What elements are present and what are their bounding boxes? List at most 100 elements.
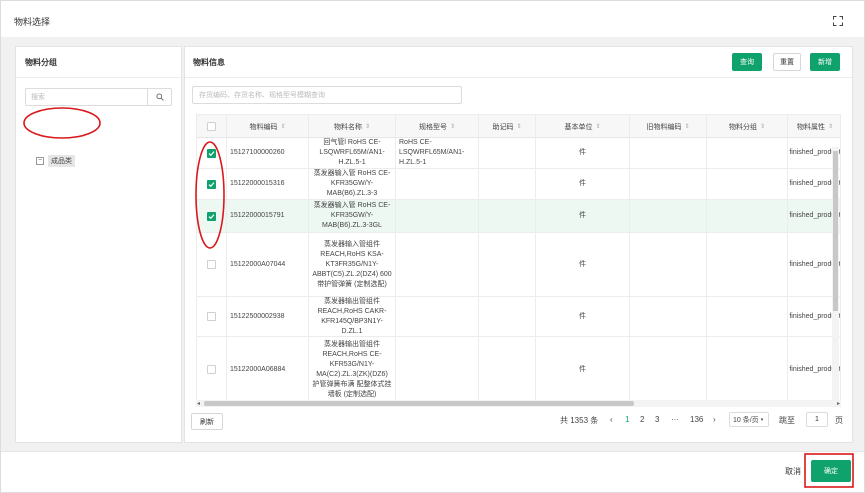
horizontal-scroll-thumb[interactable]: [204, 401, 634, 406]
row-checkbox[interactable]: [207, 179, 216, 189]
table-row[interactable]: 15127100000260 回气管l RoHS CE-LSQWRFL65M/AN…: [197, 138, 840, 169]
cell-text: 15122000A07044: [230, 260, 286, 268]
horizontal-scrollbar[interactable]: ◂ ▸: [196, 400, 841, 407]
sort-icon: ⇕: [280, 124, 286, 130]
fullscreen-icon[interactable]: [833, 16, 843, 26]
cell-mnemonic: [479, 200, 536, 232]
header-attr[interactable]: 物料属性 ⇕: [788, 115, 840, 138]
refresh-button[interactable]: 刷新: [191, 413, 223, 430]
cell-unit: 件: [536, 297, 630, 336]
material-select-dialog: 物料选择 物料分组 − 成品类 物料信息 查询 重置 新增: [0, 0, 865, 493]
cell-code: 15122000015791: [227, 200, 309, 232]
page-unit-label: 页: [835, 416, 843, 425]
page-1[interactable]: 1: [625, 415, 629, 424]
page-ellipsis[interactable]: ···: [671, 415, 679, 424]
cell-mnemonic: [479, 337, 536, 402]
header-mnemonic[interactable]: 助记码 ⇕: [479, 115, 536, 138]
cell-spec: RoHS CE-LSQWRFL65M/AN1-H.ZL.5-1: [396, 138, 479, 168]
cell-unit: 件: [536, 169, 630, 199]
query-button[interactable]: 查询: [732, 53, 762, 71]
check-icon: [208, 213, 215, 219]
scroll-right-icon[interactable]: ▸: [837, 400, 840, 407]
group-search-input[interactable]: [26, 89, 147, 105]
reset-button[interactable]: 重置: [773, 53, 801, 71]
cell-select[interactable]: [197, 337, 227, 402]
cell-select[interactable]: [197, 200, 227, 232]
material-group-title: 物料分组: [25, 58, 57, 67]
cell-text: 蒸发器输入管 RoHS CE-KFR35GW/Y-MAB(B6).ZL.3-3: [313, 170, 391, 197]
table-row[interactable]: 15122500002938 蒸发器输出管组件 REACH,RoHS CAKR-K…: [197, 297, 840, 337]
cell-text: 蒸发器输入管 RoHS CE-KFR35GW/Y-MAB(B6).ZL.3-3G…: [313, 202, 391, 229]
cell-group: [707, 337, 788, 402]
material-filter-input[interactable]: [193, 87, 461, 103]
cell-select[interactable]: [197, 233, 227, 296]
row-checkbox[interactable]: [207, 260, 216, 269]
cell-spec: [396, 297, 479, 336]
row-checkbox[interactable]: [207, 312, 216, 321]
sort-icon: ⇕: [684, 124, 690, 130]
cell-select[interactable]: [197, 138, 227, 168]
material-info-title: 物料信息: [193, 58, 225, 67]
cell-text: 15122000A06884: [230, 365, 286, 373]
page-3[interactable]: 3: [655, 415, 659, 424]
cell-code: 15122000A06884: [227, 337, 309, 402]
cell-select[interactable]: [197, 169, 227, 199]
cell-old-code: [630, 200, 707, 232]
cell-code: 15127100000260: [227, 138, 309, 168]
cell-code: 15122500002938: [227, 297, 309, 336]
goto-label: 跳至: [779, 416, 795, 425]
goto-page-input[interactable]: [806, 412, 828, 427]
material-filter-box: [192, 86, 462, 104]
header-old-code[interactable]: 旧物料编码 ⇕: [630, 115, 707, 138]
scroll-left-icon[interactable]: ◂: [197, 400, 200, 407]
material-info-panel: 物料信息 查询 重置 新增 物料编码⇕ 物料名称⇕ 规格型号⇕ 助记码⇕ 基本单…: [184, 46, 853, 443]
page-2[interactable]: 2: [640, 415, 644, 424]
cell-spec: [396, 233, 479, 296]
cell-unit: 件: [536, 337, 630, 402]
cell-select[interactable]: [197, 297, 227, 336]
header-select-all[interactable]: [197, 115, 227, 138]
tree-node-label[interactable]: 成品类: [48, 155, 75, 167]
cell-group: [707, 169, 788, 199]
cell-text: 蒸发器输出管组件 REACH,RoHS CE-KFR53G/N1Y-MA(C2)…: [312, 340, 392, 398]
select-all-checkbox[interactable]: [207, 122, 216, 131]
page-last[interactable]: 136: [690, 415, 703, 424]
add-button[interactable]: 新增: [810, 53, 840, 71]
confirm-button[interactable]: 确定: [811, 460, 851, 482]
table-row[interactable]: 15122000A06884 蒸发器输出管组件 REACH,RoHS CE-KFR…: [197, 337, 840, 403]
table-row[interactable]: 15122000015791 蒸发器输入管 RoHS CE-KFR35GW/Y-M…: [197, 200, 840, 233]
header-unit[interactable]: 基本单位 ⇕: [536, 115, 630, 138]
table-row[interactable]: 15122000015316 蒸发器输入管 RoHS CE-KFR35GW/Y-M…: [197, 169, 840, 200]
cell-old-code: [630, 233, 707, 296]
header-code[interactable]: 物料编码 ⇕: [227, 115, 309, 138]
table-row[interactable]: 15122000A07044 蒸发器输入管组件 REACH,RoHS KSA-KT…: [197, 233, 840, 297]
row-checkbox[interactable]: [207, 211, 216, 221]
tree-collapse-toggle[interactable]: −: [36, 157, 44, 165]
sort-icon: ⇕: [449, 124, 456, 130]
cell-unit: 件: [536, 138, 630, 168]
cell-text: 回气管l RoHS CE-LSQWRFL65M/AN1-H.ZL.5-1: [319, 139, 385, 166]
cell-name: 回气管l RoHS CE-LSQWRFL65M/AN1-H.ZL.5-1: [309, 138, 396, 168]
page-size-select[interactable]: 10 条/页 ▾: [729, 412, 769, 427]
sort-icon: ⇕: [759, 124, 766, 130]
header-name[interactable]: 物料名称 ⇕: [309, 115, 396, 138]
vertical-scroll-thumb[interactable]: [833, 151, 838, 311]
cancel-button[interactable]: 取消: [779, 463, 807, 479]
material-group-panel: 物料分组 − 成品类: [15, 46, 182, 443]
cell-text: RoHS CE-LSQWRFL65M/AN1-H.ZL.5-1: [399, 139, 465, 166]
chevron-down-icon: ▾: [760, 416, 764, 423]
sort-icon: ⇕: [595, 124, 601, 130]
header-group[interactable]: 物料分组 ⇕: [707, 115, 788, 138]
cell-group: [707, 200, 788, 232]
row-checkbox[interactable]: [207, 148, 216, 158]
vertical-scrollbar[interactable]: [832, 147, 839, 401]
header-spec[interactable]: 规格型号 ⇕: [396, 115, 479, 138]
prev-page-icon[interactable]: ‹: [610, 415, 613, 424]
cell-mnemonic: [479, 169, 536, 199]
tree-node-finished-goods[interactable]: − 成品类: [36, 155, 75, 167]
cell-mnemonic: [479, 138, 536, 168]
next-page-icon[interactable]: ›: [713, 415, 716, 424]
row-checkbox[interactable]: [207, 365, 216, 374]
cell-group: [707, 233, 788, 296]
group-search-button[interactable]: [147, 89, 171, 105]
